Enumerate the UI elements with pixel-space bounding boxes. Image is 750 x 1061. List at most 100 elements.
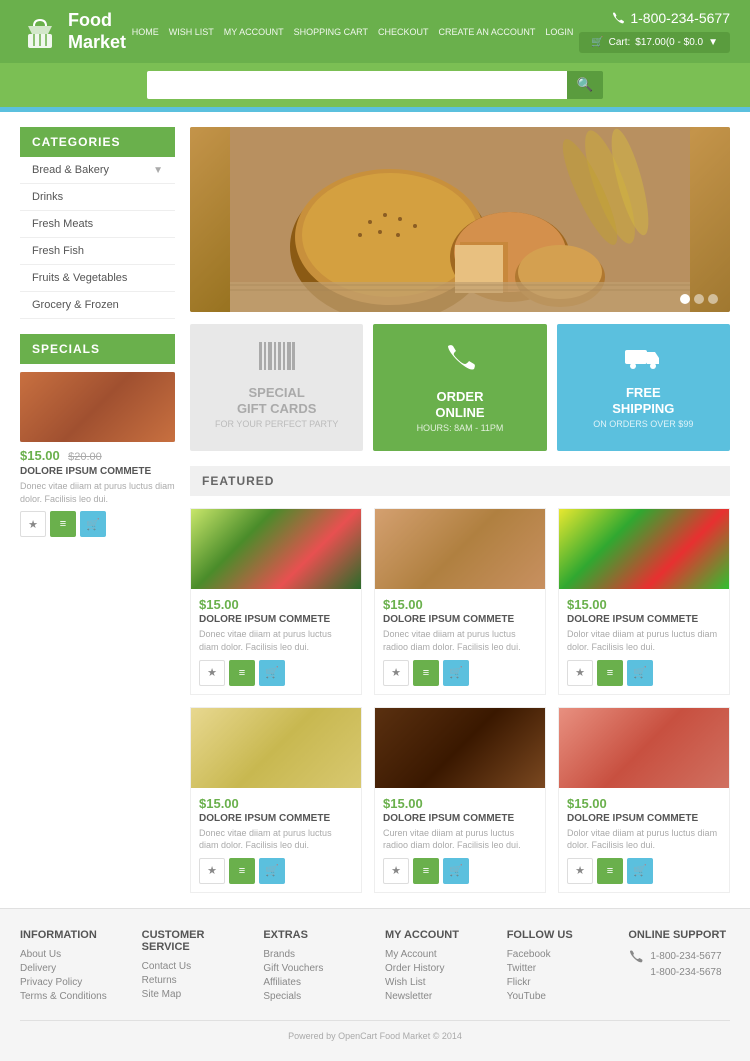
compare-button[interactable]: ≡ <box>50 511 76 537</box>
footer-account[interactable]: My Account <box>385 949 487 960</box>
product-card-1: $15.00 DOLORE IPSUM COMMETE Donec vitae … <box>190 508 362 694</box>
special-product-image <box>20 372 175 442</box>
product-desc-4: Donec vitae diiam at purus luctus diam d… <box>199 827 353 852</box>
footer-information-title: INFORMATION <box>20 929 122 941</box>
wishlist-btn-3[interactable]: ★ <box>567 660 593 686</box>
product-actions-1: ★ ≡ 🛒 <box>199 660 353 686</box>
free-shipping-subtitle: ON ORDERS OVER $99 <box>569 419 718 429</box>
nav-home[interactable]: HOME <box>132 27 159 37</box>
footer-twitter[interactable]: Twitter <box>507 963 609 974</box>
wishlist-btn-1[interactable]: ★ <box>199 660 225 686</box>
footer-gift-vouchers[interactable]: Gift Vouchers <box>263 963 365 974</box>
footer-returns[interactable]: Returns <box>142 975 244 986</box>
search-icon: 🔍 <box>577 77 594 92</box>
compare-btn-6[interactable]: ≡ <box>597 858 623 884</box>
product-info-2: $15.00 DOLORE IPSUM COMMETE Donec vitae … <box>375 589 545 693</box>
cart-btn-1[interactable]: 🛒 <box>259 660 285 686</box>
footer-facebook[interactable]: Facebook <box>507 949 609 960</box>
product-name-5: DOLORE IPSUM COMMETE <box>383 813 537 824</box>
footer-brands[interactable]: Brands <box>263 949 365 960</box>
support-phone-1: 1-800-234-5677 <box>650 949 721 965</box>
sidebar-item-drinks[interactable]: Drinks <box>20 184 175 211</box>
footer-about-us[interactable]: About Us <box>20 949 122 960</box>
footer-affiliates[interactable]: Affiliates <box>263 977 365 988</box>
compare-btn-5[interactable]: ≡ <box>413 858 439 884</box>
sidebar-item-grocery[interactable]: Grocery & Frozen <box>20 292 175 319</box>
specials-title: SPECIALS <box>20 334 175 364</box>
nav-login[interactable]: LOGIN <box>545 27 573 37</box>
sidebar-item-fish[interactable]: Fresh Fish <box>20 238 175 265</box>
cart-btn-3[interactable]: 🛒 <box>627 660 653 686</box>
product-price-2: $15.00 <box>383 597 537 612</box>
special-product-name: DOLORE IPSUM COMMETE <box>20 466 175 477</box>
footer-wishlist[interactable]: Wish List <box>385 977 487 988</box>
special-product: $15.00 $20.00 DOLORE IPSUM COMMETE Donec… <box>20 364 175 545</box>
nav-create-account[interactable]: CREATE AN ACCOUNT <box>439 27 536 37</box>
dot-1[interactable] <box>680 294 690 304</box>
footer-delivery[interactable]: Delivery <box>20 963 122 974</box>
nav-cart[interactable]: SHOPPING CART <box>294 27 368 37</box>
product-card-3: $15.00 DOLORE IPSUM COMMETE Dolor vitae … <box>558 508 730 694</box>
product-name-6: DOLORE IPSUM COMMETE <box>567 813 721 824</box>
footer-sitemap[interactable]: Site Map <box>142 989 244 1000</box>
footer: INFORMATION About Us Delivery Privacy Po… <box>0 908 750 1061</box>
product-image-4 <box>191 708 361 788</box>
promo-order-online[interactable]: ORDERONLINE HOURS: 8AM - 11PM <box>373 324 546 451</box>
search-input[interactable] <box>147 71 567 99</box>
footer-youtube[interactable]: YouTube <box>507 991 609 1002</box>
cart-btn-4[interactable]: 🛒 <box>259 858 285 884</box>
wishlist-btn-4[interactable]: ★ <box>199 858 225 884</box>
sidebar-item-meats[interactable]: Fresh Meats <box>20 211 175 238</box>
footer-support-title: ONLINE SUPPORT <box>628 929 730 941</box>
footer-follow-us: FOLLOW US Facebook Twitter Flickr YouTub… <box>507 929 609 1005</box>
search-bar: 🔍 <box>0 63 750 107</box>
wishlist-btn-6[interactable]: ★ <box>567 858 593 884</box>
add-to-cart-button[interactable]: 🛒 <box>80 511 106 537</box>
cart-button[interactable]: 🛒 Cart: $17.00(0 - $0.0 ▼ <box>579 32 730 53</box>
support-phone-2: 1-800-234-5678 <box>650 965 721 981</box>
sidebar-item-fruits[interactable]: Fruits & Vegetables <box>20 265 175 292</box>
footer-terms[interactable]: Terms & Conditions <box>20 991 122 1002</box>
banner-image <box>190 127 730 312</box>
content-area: SPECIALGIFT CARDS FOR YOUR PERFECT PARTY… <box>175 127 730 893</box>
footer-my-account: MY ACCOUNT My Account Order History Wish… <box>385 929 487 1005</box>
footer-specials[interactable]: Specials <box>263 991 365 1002</box>
nav-myaccount[interactable]: MY ACCOUNT <box>224 27 284 37</box>
wishlist-btn-2[interactable]: ★ <box>383 660 409 686</box>
nav-links: HOME WISH LIST MY ACCOUNT SHOPPING CART … <box>132 27 574 37</box>
footer-extras: EXTRAS Brands Gift Vouchers Affiliates S… <box>263 929 365 1005</box>
footer-privacy[interactable]: Privacy Policy <box>20 977 122 988</box>
compare-btn-4[interactable]: ≡ <box>229 858 255 884</box>
wishlist-btn-5[interactable]: ★ <box>383 858 409 884</box>
cart-icon: 🛒 <box>591 37 603 48</box>
promo-free-shipping[interactable]: FREESHIPPING ON ORDERS OVER $99 <box>557 324 730 451</box>
footer-information: INFORMATION About Us Delivery Privacy Po… <box>20 929 122 1005</box>
footer-order-history[interactable]: Order History <box>385 963 487 974</box>
nav-wishlist[interactable]: WISH LIST <box>169 27 214 37</box>
compare-btn-3[interactable]: ≡ <box>597 660 623 686</box>
product-price-4: $15.00 <box>199 796 353 811</box>
footer-extras-title: EXTRAS <box>263 929 365 941</box>
footer-newsletter[interactable]: Newsletter <box>385 991 487 1002</box>
special-product-prices: $15.00 $20.00 <box>20 448 175 463</box>
footer-contact[interactable]: Contact Us <box>142 961 244 972</box>
product-actions-5: ★ ≡ 🛒 <box>383 858 537 884</box>
product-price-6: $15.00 <box>567 796 721 811</box>
footer-flickr[interactable]: Flickr <box>507 977 609 988</box>
promo-gift-cards[interactable]: SPECIALGIFT CARDS FOR YOUR PERFECT PARTY <box>190 324 363 451</box>
product-image-5 <box>375 708 545 788</box>
product-name-2: DOLORE IPSUM COMMETE <box>383 614 537 625</box>
compare-btn-1[interactable]: ≡ <box>229 660 255 686</box>
cart-btn-5[interactable]: 🛒 <box>443 858 469 884</box>
cart-btn-6[interactable]: 🛒 <box>627 858 653 884</box>
cart-btn-2[interactable]: 🛒 <box>443 660 469 686</box>
wishlist-button[interactable]: ★ <box>20 511 46 537</box>
dot-3[interactable] <box>708 294 718 304</box>
nav-area: HOME WISH LIST MY ACCOUNT SHOPPING CART … <box>132 27 574 37</box>
dot-2[interactable] <box>694 294 704 304</box>
compare-btn-2[interactable]: ≡ <box>413 660 439 686</box>
sidebar-item-bread[interactable]: Bread & Bakery ▼ <box>20 157 175 184</box>
search-button[interactable]: 🔍 <box>567 71 604 99</box>
nav-checkout[interactable]: CHECKOUT <box>378 27 429 37</box>
cart-dropdown-icon: ▼ <box>708 37 718 48</box>
